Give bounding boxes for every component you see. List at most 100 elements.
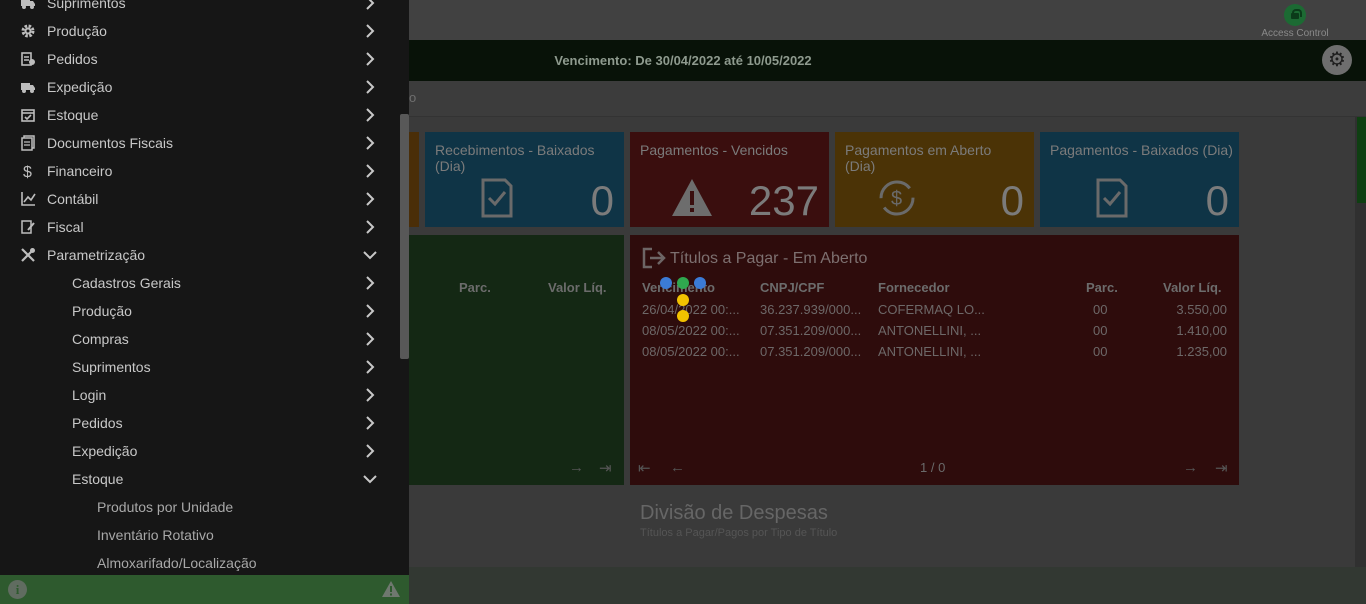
panel-title: Títulos a Pagar - Em Aberto	[670, 250, 868, 267]
chevron-right-icon	[366, 416, 375, 430]
chevron-right-icon	[366, 80, 375, 94]
column-header: Fornecedor	[878, 280, 950, 295]
cell-fornecedor: ANTONELLINI, ...	[878, 323, 982, 338]
tools-icon	[21, 248, 35, 262]
table-row[interactable]: 08/05/2022 00:... 07.351.209/000... ANTO…	[642, 344, 1227, 364]
chevron-right-icon	[366, 388, 375, 402]
sidebar-scroll-thumb[interactable]	[400, 114, 409, 359]
sidebar-subsubitem-label: Produtos por Unidade	[97, 499, 234, 515]
sidebar-subitem-label: Cadastros Gerais	[72, 275, 181, 291]
sidebar-subitem-cadastros-gerais[interactable]: Cadastros Gerais	[0, 269, 395, 297]
chevron-right-icon	[366, 444, 375, 458]
chevron-right-icon	[366, 136, 375, 150]
chevron-right-icon	[366, 164, 375, 178]
sidebar-item-suprimentos[interactable]: Suprimentos	[0, 0, 395, 17]
cell-valor: 1.410,00	[1176, 323, 1227, 338]
next-page-icon[interactable]: →	[1183, 459, 1198, 476]
sidebar-item-label: Expedição	[47, 79, 113, 95]
column-header: CNPJ/CPF	[760, 280, 825, 295]
chevron-right-icon	[366, 0, 375, 10]
chevron-right-icon	[366, 360, 375, 374]
sidebar-item-documentos-fiscais[interactable]: Documentos Fiscais	[0, 129, 395, 157]
summary-card-pagamentos-baixados[interactable]: Pagamentos - Baixados (Dia) 0	[1040, 132, 1239, 227]
chevron-right-icon	[366, 52, 375, 66]
right-strip	[1355, 117, 1366, 567]
sidebar-item-expedicao[interactable]: Expedição	[0, 73, 395, 101]
sidebar-subitem-login[interactable]: Login	[0, 381, 395, 409]
last-page-icon[interactable]: ⇥	[1215, 459, 1228, 477]
sidebar-subitem-expedicao[interactable]: Expedição	[0, 437, 395, 465]
sidebar-item-label: Financeiro	[47, 163, 113, 179]
svg-text:$: $	[23, 164, 32, 179]
chevron-down-icon	[363, 475, 377, 484]
edit-doc-icon	[21, 220, 35, 234]
dollar-icon: $	[23, 164, 32, 179]
gear-icon	[21, 24, 35, 38]
sidebar-subitem-producao[interactable]: Produção	[0, 297, 395, 325]
chevron-right-icon	[366, 332, 375, 346]
sidebar-item-financeiro[interactable]: $ Financeiro	[0, 157, 395, 185]
chart-line-icon	[21, 192, 36, 206]
cell-vencimento: 08/05/2022 00:...	[642, 323, 740, 338]
summary-card[interactable]	[409, 132, 419, 227]
section-subtitle: Títulos a Pagar/Pagos por Tipo de Título	[640, 527, 838, 539]
column-header-parc: Parc.	[459, 280, 491, 295]
svg-text:$: $	[891, 188, 902, 210]
section-title: Divisão de Despesas	[640, 502, 828, 524]
sidebar-item-label: Parametrização	[47, 247, 146, 263]
table-row[interactable]: 26/04/2022 00:... 36.237.939/000... COFE…	[642, 302, 1227, 322]
titulos-pagar-panel: Títulos a Pagar - Em Aberto Vencimento C…	[630, 235, 1239, 485]
lock-icon	[1284, 4, 1306, 26]
card-value: 0	[1000, 177, 1024, 224]
summary-card-pagamentos-vencidos[interactable]: Pagamentos - Vencidos 237	[630, 132, 829, 227]
cell-parc: 00	[1093, 323, 1108, 338]
column-header: Valor Líq.	[1163, 280, 1222, 295]
summary-card-pagamentos-aberto[interactable]: Pagamentos em Aberto (Dia) $ 0	[835, 132, 1034, 227]
sidebar-item-parametrizacao[interactable]: Parametrização	[0, 241, 395, 269]
sidebar-subsubitem-produtos-por-unidade[interactable]: Produtos por Unidade	[0, 493, 395, 521]
sidebar-subitem-estoque[interactable]: Estoque	[0, 465, 395, 493]
column-header: Parc.	[1086, 280, 1118, 295]
card-title: Recebimentos - Baixados (Dia)	[435, 142, 595, 174]
sidebar-subitem-label: Suprimentos	[72, 359, 151, 375]
sidebar-subitem-label: Pedidos	[72, 415, 123, 431]
cell-fornecedor: COFERMAQ LO...	[878, 302, 985, 317]
access-control-button[interactable]: Access Control	[1260, 4, 1330, 39]
sidebar-item-fiscal[interactable]: Fiscal	[0, 213, 395, 241]
card-title: Pagamentos - Vencidos	[640, 142, 788, 158]
sidebar-item-pedidos[interactable]: Pedidos	[0, 45, 395, 73]
info-icon[interactable]: i	[8, 580, 27, 599]
cell-parc: 00	[1093, 344, 1108, 359]
sidebar-subitem-suprimentos[interactable]: Suprimentos	[0, 353, 395, 381]
page-indicator: 1 / 0	[920, 460, 946, 475]
sidebar-subsubitem-inventario-rotativo[interactable]: Inventário Rotativo	[0, 521, 395, 549]
prev-page-icon[interactable]: ←	[670, 459, 685, 476]
card-value: 0	[590, 177, 614, 224]
sidebar-subitem-label: Login	[72, 387, 107, 403]
warning-icon[interactable]	[381, 580, 401, 598]
chevron-right-icon	[366, 276, 375, 290]
sidebar-menu: Suprimentos Produção Pedidos Expedição E…	[0, 0, 409, 604]
box-check-icon	[21, 109, 35, 122]
settings-gear-icon[interactable]: ⚙	[1322, 45, 1352, 75]
card-value: 237	[748, 177, 819, 224]
sidebar-item-producao[interactable]: Produção	[0, 17, 395, 45]
document-check-icon	[1096, 178, 1128, 218]
next-page-icon[interactable]: →	[569, 459, 584, 476]
table-row[interactable]: 08/05/2022 00:... 07.351.209/000... ANTO…	[642, 323, 1227, 343]
sidebar-subitem-compras[interactable]: Compras	[0, 325, 395, 353]
first-page-icon[interactable]: ⇤	[638, 459, 651, 477]
cell-cnpj: 07.351.209/000...	[760, 344, 862, 359]
sidebar-subitem-pedidos[interactable]: Pedidos	[0, 409, 395, 437]
sidebar-item-contabil[interactable]: Contábil	[0, 185, 395, 213]
summary-card-recebimentos-baixados[interactable]: Recebimentos - Baixados (Dia) 0	[425, 132, 624, 227]
cell-cnpj: 36.237.939/000...	[760, 302, 862, 317]
sidebar-item-label: Contábil	[47, 191, 99, 207]
sidebar-item-label: Fiscal	[47, 219, 84, 235]
sidebar-item-estoque[interactable]: Estoque	[0, 101, 395, 129]
chevron-right-icon	[366, 108, 375, 122]
cell-vencimento: 08/05/2022 00:...	[642, 344, 740, 359]
sidebar-subsubitem-almoxarifado[interactable]: Almoxarifado/Localização	[0, 549, 395, 577]
card-title: Pagamentos - Baixados (Dia)	[1050, 142, 1233, 158]
last-page-icon[interactable]: ⇥	[599, 459, 612, 477]
